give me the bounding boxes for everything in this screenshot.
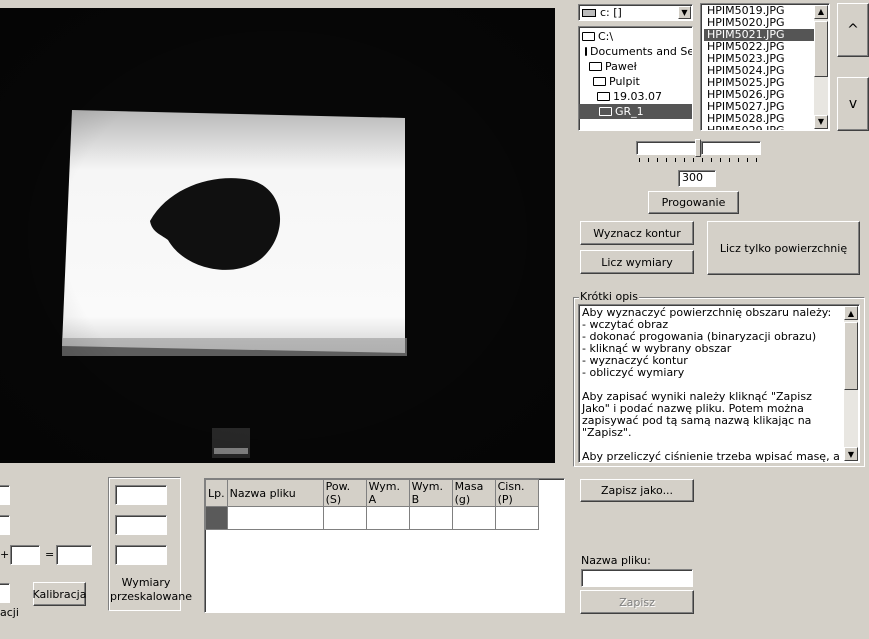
slider-thumb[interactable] (695, 139, 701, 157)
save-as-button[interactable]: Zapisz jako... (580, 479, 694, 502)
folder-icon (599, 107, 612, 116)
header-dim-a[interactable]: Wym. A (365, 479, 410, 507)
dir-item[interactable]: 19.03.07 (579, 89, 692, 104)
header-pressure[interactable]: Cisn. (P) (494, 479, 539, 507)
table-cell[interactable] (451, 506, 496, 530)
save-button[interactable]: Zapisz (580, 590, 694, 614)
calibration-label-fragment: acji (0, 606, 19, 619)
drive-select-value: c: [] (600, 6, 622, 19)
scroll-thumb[interactable] (814, 21, 828, 77)
dir-item[interactable]: Pulpit (579, 74, 692, 89)
scaled-field-b[interactable] (115, 515, 167, 535)
slider-track-right (701, 141, 761, 155)
directory-list[interactable]: C:\ Documents and Settings Paweł Pulpit … (578, 26, 693, 131)
folder-icon (589, 62, 602, 71)
calibration-field-c[interactable] (10, 545, 40, 565)
dir-item[interactable]: Paweł (579, 59, 692, 74)
table-cell[interactable] (365, 506, 410, 530)
table-row[interactable] (205, 506, 539, 530)
equals-sign: = (45, 548, 55, 561)
plus-sign: + (0, 548, 10, 561)
description-scrollbar[interactable]: ▲ ▼ (844, 306, 858, 461)
row-indicator (205, 506, 228, 530)
threshold-button[interactable]: Progowanie (648, 191, 739, 214)
image-viewer[interactable] (0, 8, 555, 463)
table-header-row: Lp. Nazwa pliku Pow. (S) Wym. A Wym. B M… (205, 479, 539, 507)
scroll-up-icon[interactable]: ▲ (814, 5, 828, 19)
folder-icon (593, 77, 606, 86)
header-dim-b[interactable]: Wym. B (408, 479, 453, 507)
scroll-down-icon[interactable]: ▼ (844, 447, 858, 461)
results-grid[interactable]: Lp. Nazwa pliku Pow. (S) Wym. A Wym. B M… (205, 479, 539, 530)
file-list[interactable]: HPIM5019.JPG HPIM5020.JPG HPIM5021.JPG HPIM… (700, 3, 830, 131)
dir-item[interactable]: C:\ (579, 29, 692, 44)
description-text: Aby wyznaczyć powierzchnię obszaru należ… (582, 306, 840, 463)
table-cell[interactable] (494, 506, 539, 530)
folder-icon (597, 92, 610, 101)
folder-icon (582, 32, 595, 41)
calibration-field-b[interactable] (0, 515, 10, 535)
drive-select[interactable]: c: [] ▼ (578, 4, 693, 21)
filename-label: Nazwa pliku: (581, 554, 651, 567)
table-cell[interactable] (322, 506, 367, 530)
calibration-button[interactable]: Kalibracja (33, 582, 86, 606)
table-cell[interactable] (408, 506, 453, 530)
area-only-button[interactable]: Licz tylko powierzchnię (707, 221, 860, 275)
table-cell[interactable] (226, 506, 324, 530)
scaled-field-c[interactable] (115, 545, 167, 565)
dir-item-selected[interactable]: GR_1 (579, 104, 692, 119)
calibration-field-e[interactable] (0, 583, 10, 603)
slider-ticks (639, 158, 757, 162)
photo-preview[interactable] (0, 8, 555, 463)
chevron-down-icon[interactable]: ▼ (678, 6, 691, 19)
file-item[interactable]: HPIM5029.JPG (704, 125, 816, 131)
scroll-thumb[interactable] (844, 322, 858, 390)
dir-item[interactable]: Documents and Settings (579, 44, 692, 59)
slider-track-left (636, 141, 696, 155)
scroll-up-icon[interactable]: ▲ (844, 306, 858, 320)
contour-button[interactable]: Wyznacz kontur (580, 221, 694, 245)
threshold-input[interactable]: 300 (678, 170, 716, 187)
header-mass[interactable]: Masa (g) (451, 479, 496, 507)
header-lp[interactable]: Lp. (205, 479, 228, 507)
previous-image-button[interactable]: ^ (837, 3, 869, 57)
folder-icon (585, 47, 587, 56)
threshold-slider[interactable] (636, 139, 761, 165)
next-image-button[interactable]: v (837, 77, 869, 131)
drive-icon (582, 9, 596, 17)
calibration-field-d[interactable] (56, 545, 92, 565)
results-table[interactable]: Lp. Nazwa pliku Pow. (S) Wym. A Wym. B M… (204, 478, 565, 613)
scaled-field-a[interactable] (115, 485, 167, 505)
description-title: Krótki opis (579, 290, 639, 303)
header-area[interactable]: Pow. (S) (322, 479, 367, 507)
description-memo[interactable]: Aby wyznaczyć powierzchnię obszaru należ… (578, 304, 860, 463)
calibration-field-a[interactable] (0, 485, 10, 505)
scaled-dimensions-label: Wymiary przeskalowane (110, 576, 192, 603)
dimensions-button[interactable]: Licz wymiary (580, 250, 694, 274)
filename-input[interactable] (581, 569, 693, 587)
file-list-scrollbar[interactable]: ▲ ▼ (814, 5, 828, 129)
scroll-down-icon[interactable]: ▼ (814, 115, 828, 129)
header-file-name[interactable]: Nazwa pliku (226, 479, 324, 507)
